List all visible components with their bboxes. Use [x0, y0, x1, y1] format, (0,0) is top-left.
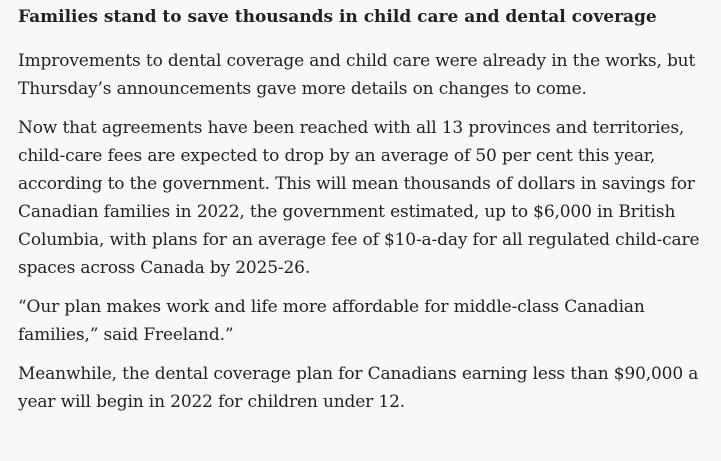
paragraph-line: “Our plan makes work and life more affor… [18, 297, 645, 317]
paragraph-intro: Improvements to dental coverage and chil… [18, 47, 708, 103]
paragraph-line: year will begin in 2022 for children und… [18, 392, 405, 412]
article-body: Families stand to save thousands in chil… [18, 6, 708, 427]
paragraph-child-care: Now that agreements have been reached wi… [18, 114, 708, 282]
paragraph-line: spaces across Canada by 2025-26. [18, 258, 311, 278]
paragraph-dental: Meanwhile, the dental coverage plan for … [18, 360, 708, 416]
paragraph-line: Thursday’s announcements gave more detai… [18, 79, 587, 99]
paragraph-quote: “Our plan makes work and life more affor… [18, 293, 708, 349]
paragraph-line: Columbia, with plans for an average fee … [18, 230, 700, 250]
paragraph-line: Improvements to dental coverage and chil… [18, 51, 696, 71]
paragraph-line: Meanwhile, the dental coverage plan for … [18, 364, 699, 384]
paragraph-line: Canadian families in 2022, the governmen… [18, 202, 676, 222]
paragraph-line: Now that agreements have been reached wi… [18, 118, 685, 138]
paragraph-line: child-care fees are expected to drop by … [18, 146, 656, 166]
paragraph-line: according to the government. This will m… [18, 174, 695, 194]
section-heading: Families stand to save thousands in chil… [18, 7, 657, 27]
paragraph-line: families,” said Freeland.” [18, 325, 234, 345]
